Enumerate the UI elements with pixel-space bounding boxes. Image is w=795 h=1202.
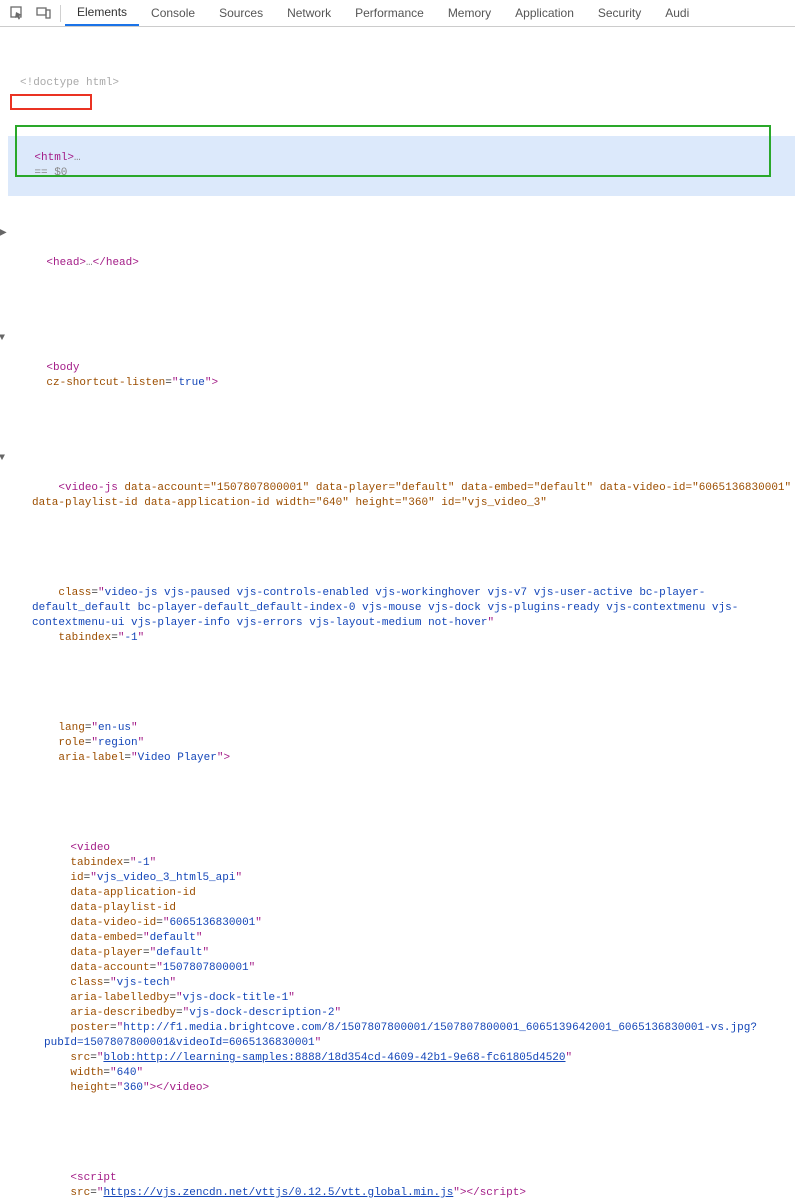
tab-application[interactable]: Application bbox=[503, 0, 586, 26]
caret-down-icon[interactable]: ▼ bbox=[0, 451, 5, 466]
tab-security[interactable]: Security bbox=[586, 0, 653, 26]
panel-tabs: Elements Console Sources Network Perform… bbox=[65, 0, 701, 26]
video-element-line[interactable]: <video tabindex="-1" id="vjs_video_3_htm… bbox=[8, 826, 795, 1111]
tab-audits[interactable]: Audi bbox=[653, 0, 701, 26]
devtools-toolbar: Elements Console Sources Network Perform… bbox=[0, 0, 795, 27]
html-open-line[interactable]: <html>… == $0 bbox=[8, 136, 795, 196]
tab-sources[interactable]: Sources bbox=[207, 0, 275, 26]
caret-right-icon[interactable]: ▶ bbox=[0, 226, 7, 241]
body-open-line[interactable]: ▼ <body cz-shortcut-listen="true"> bbox=[8, 331, 795, 406]
device-icon[interactable] bbox=[30, 0, 56, 26]
elements-tree[interactable]: <!doctype html> <html>… == $0 ▶ <head>…<… bbox=[0, 27, 795, 1202]
toolbar-separator bbox=[60, 5, 61, 22]
caret-down-icon[interactable]: ▼ bbox=[0, 331, 5, 346]
vtt-script-line[interactable]: <script src="https://vjs.zencdn.net/vttj… bbox=[8, 1156, 795, 1202]
tab-performance[interactable]: Performance bbox=[343, 0, 436, 26]
inspect-icon[interactable] bbox=[4, 0, 30, 26]
tab-elements[interactable]: Elements bbox=[65, 0, 139, 26]
tab-network[interactable]: Network bbox=[275, 0, 343, 26]
tab-console[interactable]: Console bbox=[139, 0, 207, 26]
videojs-open-line[interactable]: ▼ <video-js data-account="1507807800001"… bbox=[8, 451, 795, 526]
tab-memory[interactable]: Memory bbox=[436, 0, 503, 26]
videojs-lang-line[interactable]: lang="en-us" role="region" aria-label="V… bbox=[8, 706, 795, 781]
videojs-class-line[interactable]: class="video-js vjs-paused vjs-controls-… bbox=[8, 571, 795, 661]
head-line[interactable]: ▶ <head>…</head> bbox=[8, 226, 795, 286]
doctype-line[interactable]: <!doctype html> bbox=[8, 76, 795, 91]
